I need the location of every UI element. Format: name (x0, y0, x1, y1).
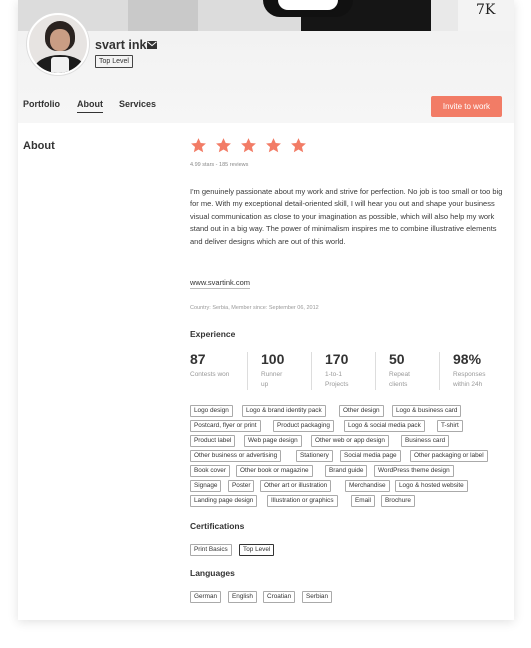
stat-value: 87 (190, 351, 206, 367)
skill-tag[interactable]: Other book or magazine (236, 465, 313, 477)
experience-heading: Experience (190, 329, 236, 339)
bio-text: I'm genuinely passionate about my work a… (190, 187, 503, 246)
divider (439, 352, 440, 390)
certification-tag[interactable]: Top Level (239, 544, 275, 556)
skill-tag[interactable]: Brand guide (325, 465, 368, 477)
tab-about[interactable]: About (77, 99, 103, 113)
skill-tag[interactable]: Product label (190, 435, 236, 447)
skill-tag[interactable]: Stationery (296, 450, 333, 462)
rating-summary[interactable]: 4.99 stars - 185 reviews (190, 162, 248, 168)
level-badge: Top Level (95, 55, 133, 68)
star-icon (266, 138, 281, 153)
stat-value: 98% (453, 351, 482, 367)
stat-label: Repeat clients (389, 371, 410, 388)
stat-repeat-clients: 50 Repeat clients (389, 351, 419, 391)
skill-tag[interactable]: Poster (228, 480, 255, 492)
skill-tag[interactable]: WordPress theme design (374, 465, 454, 477)
invite-to-work-button[interactable]: Invite to work (431, 96, 502, 117)
stat-label: Runner up (261, 371, 283, 388)
stat-value: 50 (389, 351, 405, 367)
skill-tag[interactable]: Postcard, flyer or print (190, 420, 261, 432)
skill-tag[interactable]: Logo & social media pack (344, 420, 425, 432)
skill-tag[interactable]: Logo & hosted website (395, 480, 468, 492)
divider (247, 352, 248, 390)
skill-tag[interactable]: Email (351, 495, 375, 507)
skill-tag[interactable]: Logo & brand identity pack (242, 405, 326, 417)
tab-portfolio[interactable]: Portfolio (23, 99, 60, 109)
skill-tag[interactable]: Illustration or graphics (267, 495, 338, 507)
language-tag[interactable]: German (190, 591, 222, 603)
skill-tag[interactable]: Book cover (190, 465, 230, 477)
skill-tag[interactable]: Product packaging (273, 420, 334, 432)
skill-tag[interactable]: Landing page design (190, 495, 258, 507)
divider (375, 352, 376, 390)
stat-runner-up: 100 Runner up (261, 351, 291, 391)
profile-name: svart ink (95, 38, 147, 52)
mail-icon[interactable] (147, 41, 157, 49)
star-icon (241, 138, 256, 153)
skill-tag[interactable]: Signage (190, 480, 222, 492)
website-link[interactable]: www.svartink.com (190, 278, 251, 289)
skill-tag[interactable]: Social media page (340, 450, 401, 462)
tab-services[interactable]: Services (119, 99, 156, 109)
star-icon (216, 138, 231, 153)
stat-value: 100 (261, 351, 285, 367)
cover-image: 7K (18, 0, 514, 31)
stat-label: 1-to-1 Projects (325, 371, 349, 388)
member-info: Country: Serbia, Member since: September… (190, 305, 319, 311)
avatar[interactable] (27, 13, 89, 75)
stat-contests-won: 87 Contests won (190, 351, 238, 391)
languages-heading: Languages (190, 568, 235, 578)
stat-label: Contests won (190, 371, 230, 378)
skill-tag[interactable]: Logo & business card (392, 405, 462, 417)
skill-tag[interactable]: T-shirt (437, 420, 463, 432)
skill-tag[interactable]: Business card (401, 435, 450, 447)
skill-tag[interactable]: Other design (339, 405, 384, 417)
skill-tag[interactable]: Logo design (190, 405, 233, 417)
star-icon (291, 138, 306, 153)
experience-stats: 87 Contests won 100 Runner up 170 1-to-1… (190, 351, 506, 391)
language-tag[interactable]: Croatian (263, 591, 296, 603)
profile-card: 7K svart ink Top Level Portfolio About S… (18, 0, 514, 620)
divider (311, 352, 312, 390)
skill-tag[interactable]: Other art or illustration (260, 480, 332, 492)
certification-tag[interactable]: Print Basics (190, 544, 232, 556)
stat-responses: 98% Responses within 24h (453, 351, 495, 391)
about-heading: About (23, 140, 55, 152)
certifications-heading: Certifications (190, 521, 245, 531)
skill-tag[interactable]: Web page design (244, 435, 302, 447)
skill-tag[interactable]: Brochure (381, 495, 415, 507)
skill-tag[interactable]: Other packaging or label (410, 450, 488, 462)
language-tag[interactable]: Serbian (302, 591, 333, 603)
skill-tag[interactable]: Merchandise (345, 480, 390, 492)
stat-label: Responses within 24h (453, 371, 486, 388)
language-tag[interactable]: English (228, 591, 257, 603)
stat-projects: 170 1-to-1 Projects (325, 351, 363, 391)
stat-value: 170 (325, 351, 349, 367)
skill-tag[interactable]: Other business or advertising (190, 450, 282, 462)
star-icon (191, 138, 206, 153)
skill-tag[interactable]: Other web or app design (311, 435, 389, 447)
